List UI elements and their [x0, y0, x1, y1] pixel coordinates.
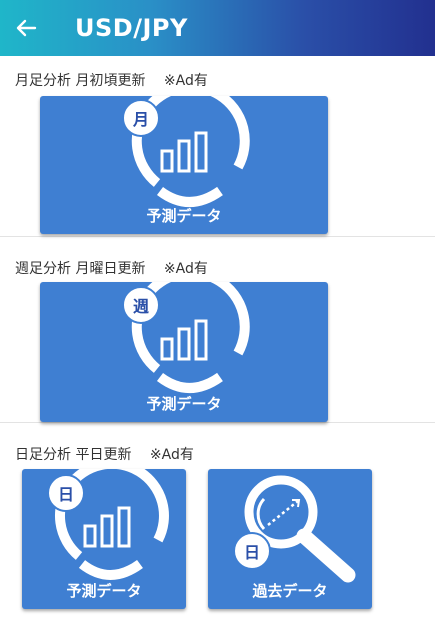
weekly-section: 週足分析 月曜日更新 ※Ad有 週 予測データ	[0, 236, 435, 423]
section-label-weekly: 週足分析 月曜日更新 ※Ad有	[15, 261, 208, 277]
weekly-forecast-card[interactable]: 週 予測データ	[40, 282, 328, 422]
arrow-left-icon	[16, 19, 37, 37]
section-label-monthly: 月足分析 月初頃更新 ※Ad有	[15, 73, 208, 89]
app-bar: USD/JPY	[0, 0, 435, 56]
daily-forecast-card[interactable]: 日 予測データ	[22, 469, 186, 609]
section-label-daily: 日足分析 平日更新 ※Ad有	[15, 447, 194, 463]
badge-daily-history: 日	[243, 543, 260, 562]
card-label-forecast: 予測データ	[146, 395, 222, 413]
badge-monthly: 月	[132, 110, 149, 129]
badge-daily: 日	[57, 485, 74, 504]
daily-history-card[interactable]: 日 過去データ	[208, 469, 372, 609]
daily-section: 日足分析 平日更新 ※Ad有 日 予測データ 日 過去データ	[0, 422, 435, 640]
card-label-forecast: 予測データ	[146, 207, 222, 225]
monthly-section: 月足分析 月初頃更新 ※Ad有 月 予測データ	[0, 56, 435, 237]
card-label-forecast: 予測データ	[66, 582, 142, 600]
monthly-forecast-card[interactable]: 月 予測データ	[40, 96, 328, 234]
back-button[interactable]	[10, 12, 42, 44]
badge-weekly: 週	[132, 297, 149, 316]
page-title: USD/JPY	[75, 14, 188, 42]
card-label-history: 過去データ	[252, 582, 328, 600]
